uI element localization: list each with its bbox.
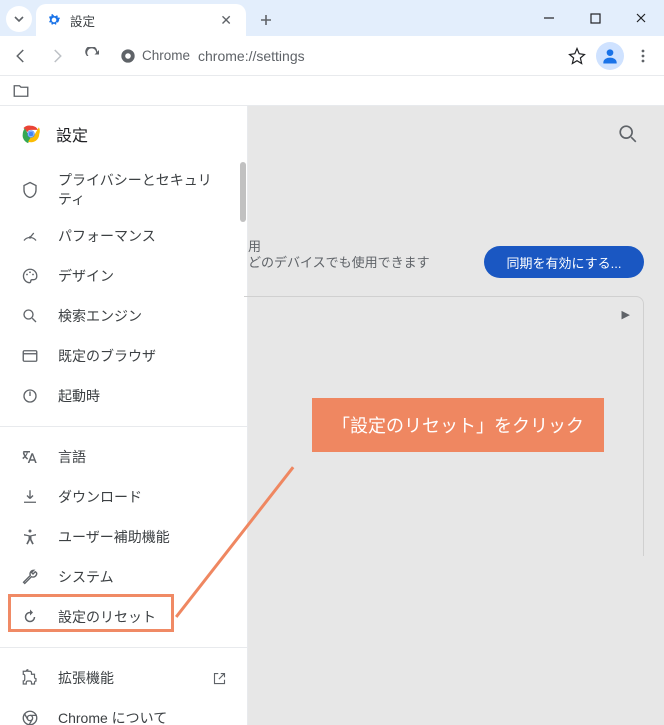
profile-avatar-button[interactable]	[596, 42, 624, 70]
sidebar-item-default-browser[interactable]: 既定のブラウザ	[0, 336, 247, 376]
sidebar-title: 設定	[56, 122, 88, 146]
folder-icon	[12, 82, 30, 100]
speed-icon	[20, 227, 40, 245]
site-identity: Chrome	[120, 48, 190, 64]
wrench-icon	[20, 568, 40, 586]
sidebar-item-languages[interactable]: 言語	[0, 437, 247, 477]
sidebar-scroll: ▴ プライバシーとセキュリ ティ パフォーマンス デザイン 検索エンジン 既定の…	[0, 162, 247, 725]
sidebar-divider	[0, 647, 247, 648]
close-window-button[interactable]	[618, 0, 664, 36]
annotation-text: 「設定のリセット」をクリック	[332, 416, 584, 436]
reset-icon	[20, 608, 40, 626]
power-icon	[20, 387, 40, 405]
browser-toolbar: Chrome chrome://settings	[0, 36, 664, 76]
sidebar-item-label: 既定のブラウザ	[58, 347, 227, 366]
sidebar-item-label: 起動時	[58, 387, 227, 406]
sidebar-item-accessibility[interactable]: ユーザー補助機能	[0, 517, 247, 557]
window-controls	[526, 0, 664, 36]
new-tab-button[interactable]	[252, 6, 280, 34]
shield-icon	[20, 181, 40, 199]
external-link-icon	[212, 671, 227, 686]
gear-icon	[46, 12, 62, 28]
bookmark-bar[interactable]	[0, 76, 664, 106]
sidebar-item-label: デザイン	[58, 267, 227, 286]
sync-enable-button[interactable]: 同期を有効にする...	[484, 246, 644, 278]
sidebar-item-performance[interactable]: パフォーマンス	[0, 216, 247, 256]
close-tab-button[interactable]: ✕	[216, 12, 236, 29]
sidebar-item-search[interactable]: 検索エンジン	[0, 296, 247, 336]
annotation-callout: 「設定のリセット」をクリック	[312, 398, 604, 452]
content-hint-text: どのデバイスでも使用できます	[248, 252, 430, 271]
sidebar-header: 設定	[0, 106, 247, 162]
chevron-right-icon: ▶	[622, 308, 630, 321]
tab-search-button[interactable]	[6, 6, 32, 32]
search-icon	[20, 307, 40, 325]
sidebar-item-privacy[interactable]: プライバシーとセキュリ ティ	[0, 164, 247, 216]
sidebar-item-about[interactable]: Chrome について	[0, 698, 247, 725]
sidebar-item-label: 検索エンジン	[58, 307, 227, 326]
palette-icon	[20, 267, 40, 285]
back-button[interactable]	[4, 39, 38, 73]
sidebar-divider	[0, 426, 247, 427]
maximize-button[interactable]	[572, 0, 618, 36]
settings-sidebar: 設定 ▴ プライバシーとセキュリ ティ パフォーマンス デザイン 検索エンジン	[0, 106, 248, 725]
minimize-button[interactable]	[526, 0, 572, 36]
sidebar-item-system[interactable]: システム	[0, 557, 247, 597]
url-text: chrome://settings	[198, 48, 305, 64]
tab-title: 設定	[70, 11, 216, 30]
bookmark-star-button[interactable]	[560, 39, 594, 73]
sidebar-item-appearance[interactable]: デザイン	[0, 256, 247, 296]
sidebar-item-label: ユーザー補助機能	[58, 528, 227, 547]
chrome-monochrome-icon	[20, 709, 40, 725]
sidebar-item-reset[interactable]: 設定のリセット	[0, 597, 247, 637]
sidebar-item-label: 言語	[58, 448, 227, 467]
address-bar[interactable]: Chrome chrome://settings	[112, 48, 558, 64]
sidebar-item-label: パフォーマンス	[58, 227, 227, 246]
sidebar-item-label: ダウンロード	[58, 488, 227, 507]
sidebar-item-extensions[interactable]: 拡張機能	[0, 658, 247, 698]
accessibility-icon	[20, 528, 40, 546]
chrome-logo-icon	[20, 123, 42, 145]
download-icon	[20, 488, 40, 506]
browser-tab[interactable]: 設定 ✕	[36, 4, 246, 36]
sidebar-item-downloads[interactable]: ダウンロード	[0, 477, 247, 517]
titlebar: 設定 ✕	[0, 0, 664, 36]
chrome-icon	[120, 48, 136, 64]
forward-button[interactable]	[40, 39, 74, 73]
sidebar-item-startup[interactable]: 起動時	[0, 376, 247, 416]
sidebar-item-label: 設定のリセット	[58, 608, 227, 627]
settings-search-button[interactable]	[610, 116, 646, 152]
browser-menu-button[interactable]	[626, 39, 660, 73]
sidebar-item-label: Chrome について	[58, 709, 227, 725]
browser-icon	[20, 347, 40, 365]
extension-icon	[20, 669, 40, 687]
sync-button-label: 同期を有効にする...	[507, 253, 622, 272]
site-identity-label: Chrome	[142, 48, 190, 63]
translate-icon	[20, 448, 40, 466]
scrollbar-thumb[interactable]	[240, 162, 246, 222]
sidebar-item-label: 拡張機能	[58, 669, 190, 688]
sidebar-item-label: プライバシーとセキュリ ティ	[58, 171, 227, 209]
reload-button[interactable]	[76, 39, 110, 73]
